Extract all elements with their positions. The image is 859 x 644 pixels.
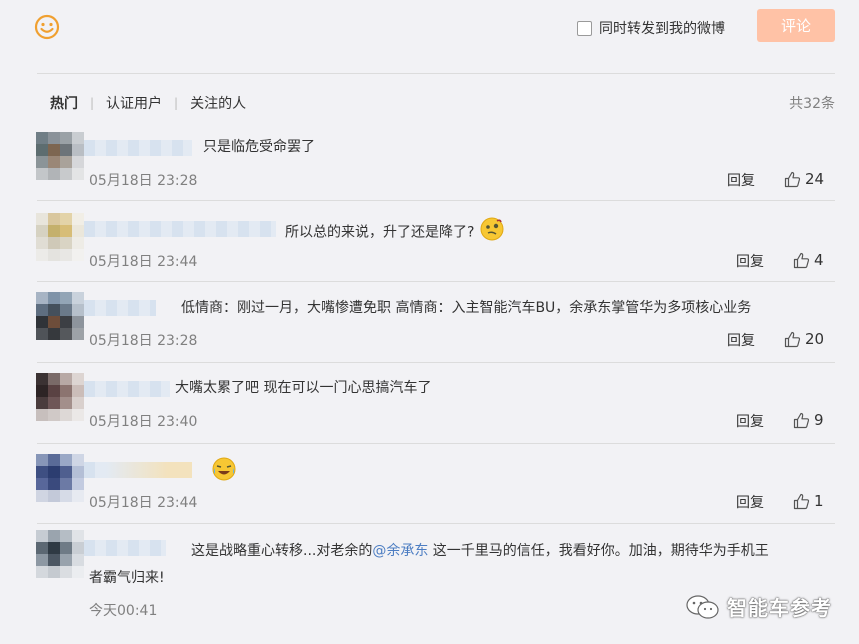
thumbs-up-icon: [784, 331, 801, 347]
submit-comment-button[interactable]: 评论: [757, 9, 835, 42]
avatar[interactable]: [36, 132, 84, 180]
comment-time: 05月18日 23:28: [89, 333, 198, 349]
reply-button[interactable]: 回复: [736, 251, 764, 271]
username-blurred[interactable]: [84, 300, 156, 316]
like-button[interactable]: 9: [793, 411, 824, 429]
username-blurred[interactable]: [84, 381, 170, 397]
comment-text: 只是临危受命罢了: [203, 139, 315, 155]
comment-item: 低情商：刚过一月，大嘴惨遭免职 高情商：入主智能汽车BU，余承东掌管华为多项核心…: [0, 292, 859, 371]
avatar[interactable]: [36, 530, 84, 578]
watermark-text: 智能车参考: [727, 596, 832, 620]
comment-time: 05月18日 23:40: [89, 414, 198, 430]
comment-text: [206, 457, 236, 488]
thumbs-up-icon: [793, 252, 810, 268]
comment-text-part: 这是战略重心转移...对老余的: [191, 543, 373, 559]
watermark: 智能车参考: [685, 592, 832, 621]
divider: [37, 73, 835, 74]
divider: [37, 443, 835, 444]
reply-button[interactable]: 回复: [727, 330, 755, 350]
comment-time: 今天00:41: [89, 603, 158, 619]
like-button[interactable]: 24: [784, 170, 824, 188]
tab-hot[interactable]: 热门: [50, 93, 78, 113]
tab-verified-users[interactable]: 认证用户: [106, 93, 162, 113]
forward-checkbox[interactable]: [577, 20, 592, 36]
username-blurred[interactable]: [84, 140, 192, 156]
thinking-emoji-icon: [480, 217, 504, 248]
comment-item: 大嘴太累了吧 现在可以一门心思搞汽车了 05月18日 23:40 回复 9: [0, 373, 859, 452]
reply-button[interactable]: 回复: [736, 411, 764, 431]
emoji-button[interactable]: [34, 14, 60, 40]
comment-time: 05月18日 23:44: [89, 254, 198, 270]
tab-separator: |: [174, 96, 179, 110]
mention-link[interactable]: @余承东: [372, 543, 428, 559]
forward-label: 同时转发到我的微博: [599, 21, 725, 37]
tab-following[interactable]: 关注的人: [190, 93, 246, 113]
like-button[interactable]: 4: [793, 251, 824, 269]
thumbs-up-icon: [784, 171, 801, 187]
comment-time: 05月18日 23:44: [89, 495, 198, 511]
like-count: 9: [814, 411, 824, 429]
thumbs-up-icon: [793, 412, 810, 428]
comment-count: 共32条: [789, 96, 835, 112]
comment-filter-tabs: 热门 | 认证用户 | 关注的人: [50, 93, 246, 113]
comment-text: 这是战略重心转移...对老余的@余承东 这一千里马的信任，我看好你。加油，期待华…: [191, 540, 769, 562]
avatar[interactable]: [36, 213, 84, 261]
wechat-icon: [686, 594, 719, 619]
like-count: 4: [814, 251, 824, 269]
comment-text-content: 所以总的来说，升了还是降了?: [285, 224, 475, 241]
comment-text: 所以总的来说，升了还是降了?: [285, 217, 504, 248]
divider: [37, 200, 835, 201]
like-button[interactable]: 20: [784, 330, 824, 348]
avatar[interactable]: [36, 373, 84, 421]
like-button[interactable]: 1: [793, 492, 824, 510]
reply-button[interactable]: 回复: [736, 492, 764, 512]
comment-item: 05月18日 23:44 回复 1: [0, 454, 859, 533]
crying-laughing-emoji-icon: [212, 457, 236, 488]
tab-separator: |: [90, 96, 95, 110]
comment-time: 05月18日 23:28: [89, 173, 198, 189]
username-blurred[interactable]: [84, 540, 166, 556]
divider: [37, 281, 835, 282]
avatar[interactable]: [36, 454, 84, 502]
comment-text-part: 这一千里马的信任，我看好你。加油，期待华为手机王: [428, 543, 769, 559]
forward-option[interactable]: 同时转发到我的微博: [577, 18, 725, 38]
thumbs-up-icon: [793, 493, 810, 509]
divider: [37, 362, 835, 363]
divider: [37, 523, 835, 524]
comment-text: 低情商：刚过一月，大嘴惨遭免职 高情商：入主智能汽车BU，余承东掌管华为多项核心…: [181, 300, 752, 316]
like-count: 24: [805, 170, 825, 188]
like-count: 20: [805, 330, 825, 348]
smiley-icon: [34, 14, 60, 40]
avatar[interactable]: [36, 292, 84, 340]
comment-text-line2: 者霸气归来!: [89, 570, 165, 586]
comment-text: 大嘴太累了吧 现在可以一门心思搞汽车了: [175, 380, 432, 396]
like-count: 1: [814, 492, 824, 510]
username-blurred[interactable]: [84, 462, 192, 478]
username-blurred[interactable]: [84, 221, 276, 237]
reply-button[interactable]: 回复: [727, 170, 755, 190]
